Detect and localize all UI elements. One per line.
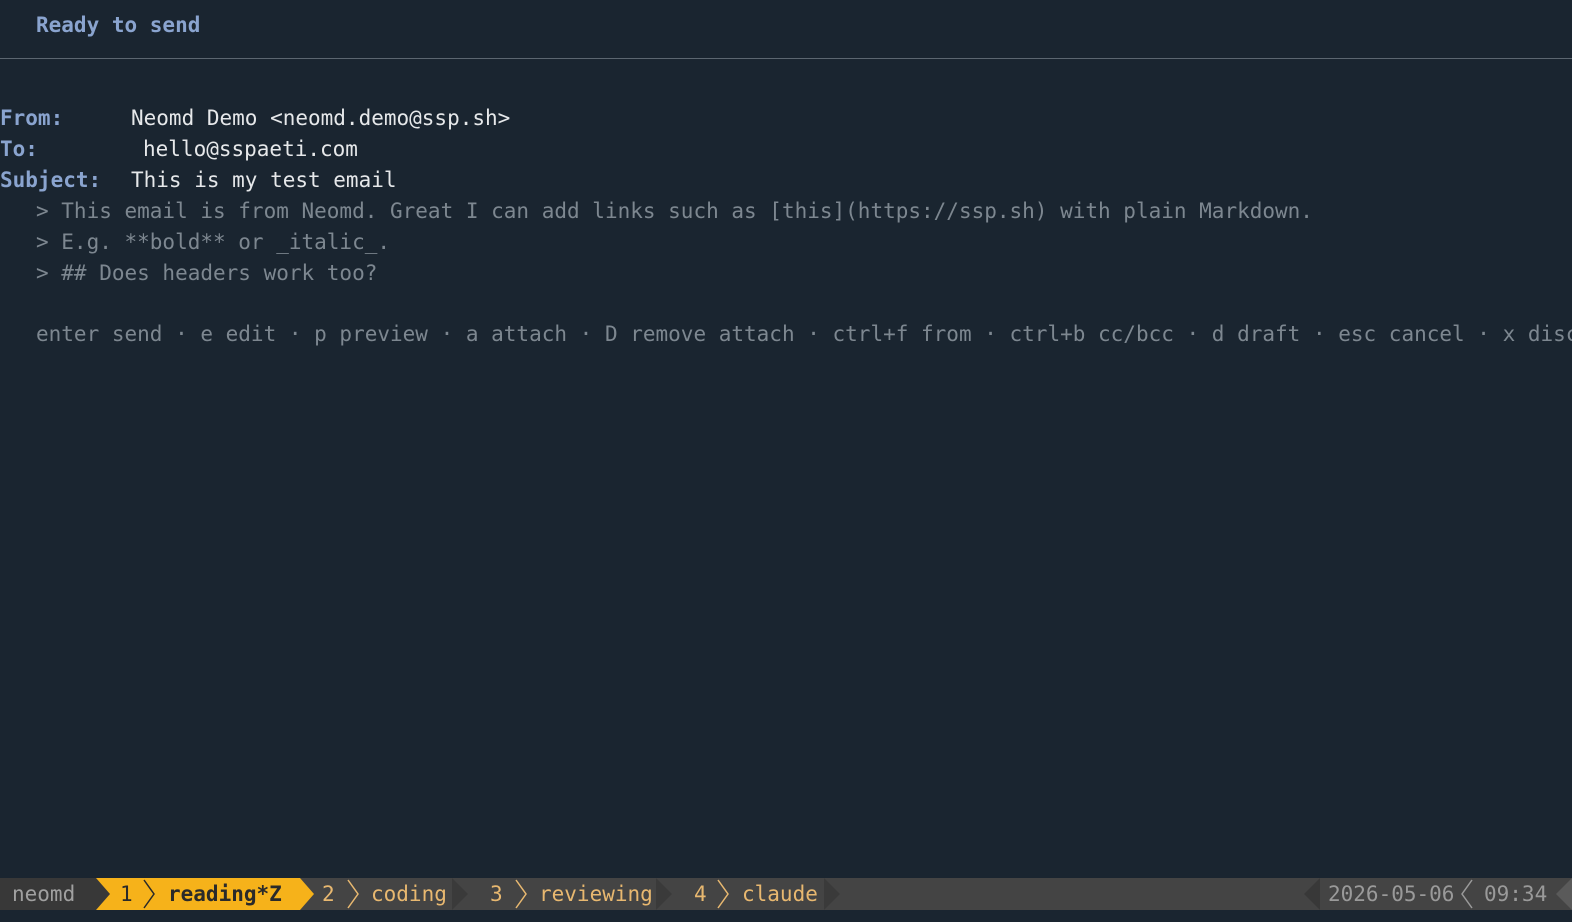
subject-field[interactable]: This is my test email bbox=[131, 168, 397, 192]
powerline-left-arrow-icon bbox=[1556, 878, 1572, 910]
terminal-bottom-padding bbox=[0, 910, 1572, 922]
status-time: 09:34 bbox=[1484, 882, 1548, 906]
chevron-right-icon bbox=[347, 879, 359, 909]
to-label: To: bbox=[0, 137, 38, 161]
tmux-window-index: 3 bbox=[490, 882, 503, 906]
tmux-window-1[interactable]: 1 reading*Z bbox=[96, 878, 314, 910]
tmux-window-index: 4 bbox=[694, 882, 707, 906]
to-field[interactable]: hello@sspaeti.com bbox=[143, 137, 358, 161]
tmux-window-4[interactable]: 4 claude bbox=[672, 878, 840, 910]
tmux-window-3[interactable]: 3 reviewing bbox=[468, 878, 672, 910]
subject-label: Subject: bbox=[0, 168, 102, 192]
powerline-separator-icon bbox=[656, 878, 672, 910]
body-preview-line: > This email is from Neomd. Great I can … bbox=[36, 199, 1313, 223]
tmux-window-name: reading*Z bbox=[168, 882, 282, 906]
chevron-right-icon bbox=[717, 879, 729, 909]
powerline-left-notch-icon bbox=[96, 878, 110, 910]
tmux-window-name: coding bbox=[371, 882, 447, 906]
powerline-left-arrow-icon bbox=[1304, 878, 1320, 910]
subject-row[interactable]: Subject: This is my test email bbox=[0, 168, 397, 198]
tmux-window-2[interactable]: 2 coding bbox=[300, 878, 468, 910]
tmux-window-index: 2 bbox=[322, 882, 335, 906]
tmux-window-index: 1 bbox=[120, 882, 133, 906]
tmux-window-name: claude bbox=[742, 882, 818, 906]
from-row[interactable]: From: Neomd Demo <neomd.demo@ssp.sh> bbox=[0, 106, 510, 136]
keybinding-help: enter send · e edit · p preview · a atta… bbox=[36, 322, 1572, 346]
chevron-right-icon bbox=[143, 879, 155, 909]
chevron-left-icon bbox=[1461, 879, 1473, 909]
status-date: 2026-05-06 bbox=[1328, 882, 1455, 906]
body-preview-line: > E.g. **bold** or _italic_. bbox=[36, 230, 391, 254]
status-title: Ready to send bbox=[36, 13, 201, 37]
compose-status-header: Ready to send bbox=[0, 0, 1572, 59]
terminal-window: Ready to send From: Neomd Demo <neomd.de… bbox=[0, 0, 1572, 922]
from-field[interactable]: Neomd Demo <neomd.demo@ssp.sh> bbox=[131, 106, 510, 130]
from-label: From: bbox=[0, 106, 64, 130]
powerline-separator-icon bbox=[452, 878, 468, 910]
tmux-status-bar: neomd 1 reading*Z 2 coding 3 reviewing 4… bbox=[0, 878, 1572, 910]
to-row[interactable]: To: hello@sspaeti.com bbox=[0, 137, 358, 167]
powerline-separator-icon bbox=[824, 878, 840, 910]
tmux-session-name: neomd bbox=[0, 878, 96, 910]
body-preview-line: > ## Does headers work too? bbox=[36, 261, 378, 285]
tmux-window-name: reviewing bbox=[539, 882, 653, 906]
chevron-right-icon bbox=[515, 879, 527, 909]
